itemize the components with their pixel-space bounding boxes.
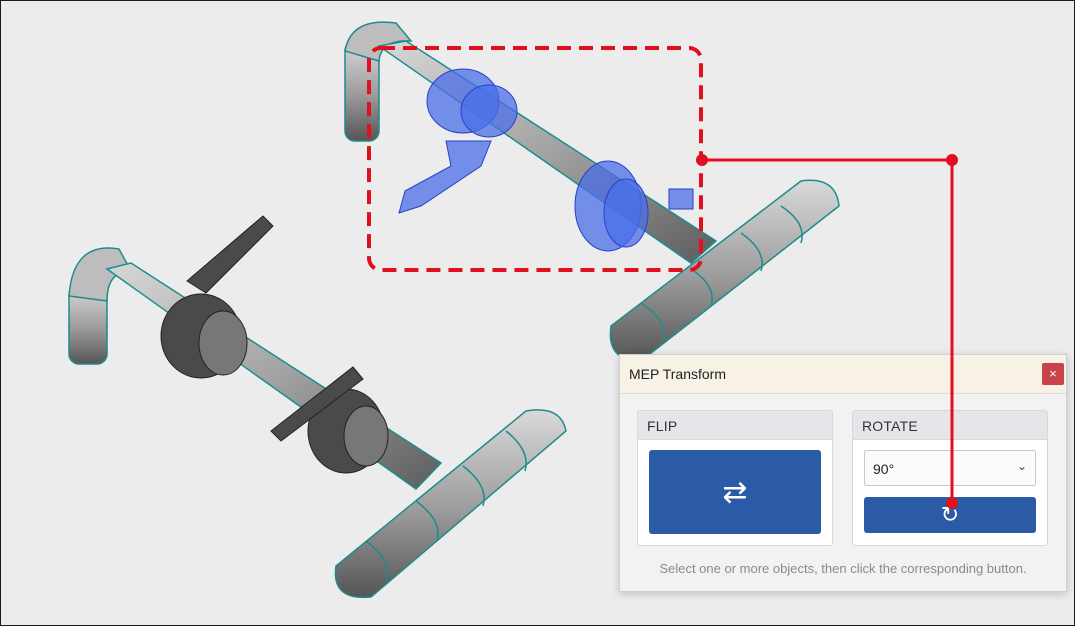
close-button[interactable]: × — [1042, 363, 1064, 385]
mep-transform-dialog: MEP Transform × FLIP ⇄ ROTATE 90° ⌄ ↻ Se… — [619, 354, 1067, 592]
instruction-text: Select one or more objects, then click t… — [659, 561, 1027, 576]
rotate-button[interactable]: ↻ — [864, 497, 1036, 533]
lower-pipe-assembly[interactable] — [68, 215, 567, 599]
chevron-down-icon: ⌄ — [1016, 459, 1027, 473]
flip-card: FLIP ⇄ — [637, 410, 833, 546]
selected-valve-1[interactable] — [398, 68, 518, 214]
flip-heading: FLIP — [638, 411, 832, 440]
rotate-card: ROTATE 90° ⌄ ↻ — [852, 410, 1048, 546]
upper-main-pipe[interactable] — [377, 40, 718, 264]
upper-pipe-assembly[interactable] — [344, 21, 840, 362]
rotate-icon: ↻ — [940, 502, 960, 527]
close-icon: × — [1049, 366, 1057, 381]
dialog-titlebar[interactable]: MEP Transform × — [620, 355, 1066, 394]
dialog-title: MEP Transform — [629, 366, 726, 382]
flip-button[interactable]: ⇄ — [649, 450, 821, 534]
rotate-heading: ROTATE — [853, 411, 1047, 440]
viewport-frame: MEP Transform × FLIP ⇄ ROTATE 90° ⌄ ↻ Se… — [0, 0, 1075, 626]
rotate-angle-select[interactable]: 90° ⌄ — [864, 450, 1036, 486]
rotate-angle-value: 90° — [873, 461, 895, 477]
lower-main-pipe[interactable] — [105, 262, 443, 490]
flip-arrows-icon: ⇄ — [722, 475, 748, 509]
